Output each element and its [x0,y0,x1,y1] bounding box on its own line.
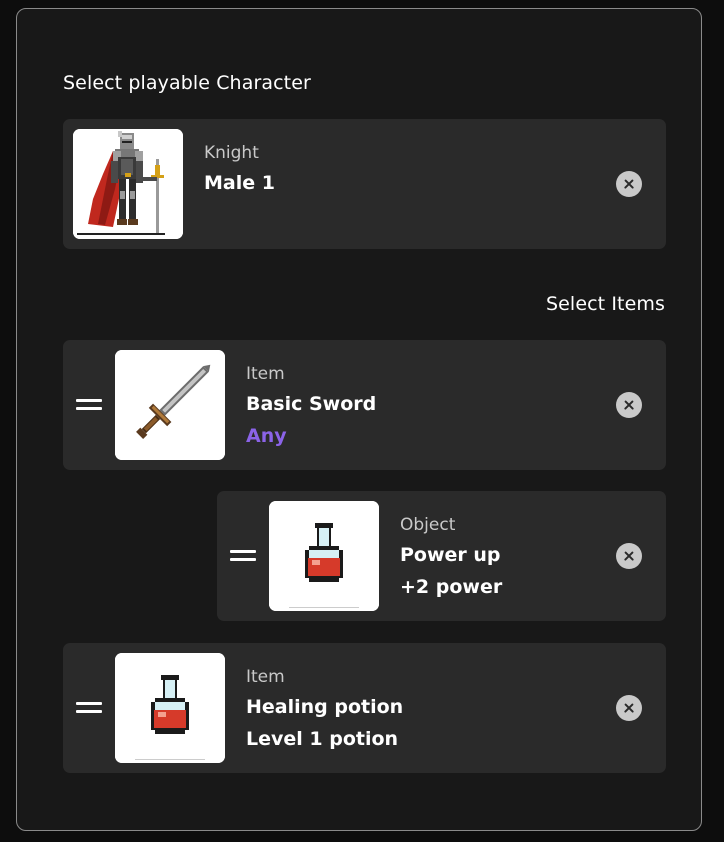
item-card-basic-sword[interactable]: Item Basic Sword Any [63,340,666,470]
items-section-title: Select Items [545,293,665,315]
power-up-image [269,501,379,611]
item-kind: Item [246,667,285,687]
character-section-title: Select playable Character [63,72,311,94]
selection-panel: Select playable Character Knight Male 1 … [16,8,702,831]
drag-handle-icon[interactable] [76,397,102,413]
character-name: Male 1 [204,172,275,194]
drag-handle-icon[interactable] [230,548,256,564]
remove-item-close-icon[interactable] [616,695,642,721]
potion-sprite-icon [115,653,225,763]
remove-item-close-icon[interactable] [616,543,642,569]
knight-image [73,129,183,239]
knight-sprite-icon [73,129,183,239]
remove-character-close-icon[interactable] [616,171,642,197]
item-kind: Item [246,364,285,384]
item-card-power-up[interactable]: Object Power up +2 power [217,491,666,621]
character-card[interactable]: Knight Male 1 [63,119,666,249]
item-name: Basic Sword [246,393,377,415]
item-text: Item Healing potion Level 1 potion [246,665,403,752]
character-kind: Knight [204,143,259,163]
sword-image [115,350,225,460]
item-detail: +2 power [400,576,503,598]
item-kind: Object [400,515,456,535]
remove-item-close-icon[interactable] [616,392,642,418]
item-name: Power up [400,544,501,566]
item-detail: Any [246,425,287,447]
character-text: Knight Male 1 [204,141,275,202]
item-detail: Level 1 potion [246,728,399,750]
item-name: Healing potion [246,696,404,718]
potion-sprite-icon [269,501,379,611]
item-card-healing-potion[interactable]: Item Healing potion Level 1 potion [63,643,666,773]
healing-potion-image [115,653,225,763]
item-text: Object Power up +2 power [400,513,502,600]
drag-handle-icon[interactable] [76,700,102,716]
item-text: Item Basic Sword Any [246,362,376,449]
sword-sprite-icon [115,350,225,460]
